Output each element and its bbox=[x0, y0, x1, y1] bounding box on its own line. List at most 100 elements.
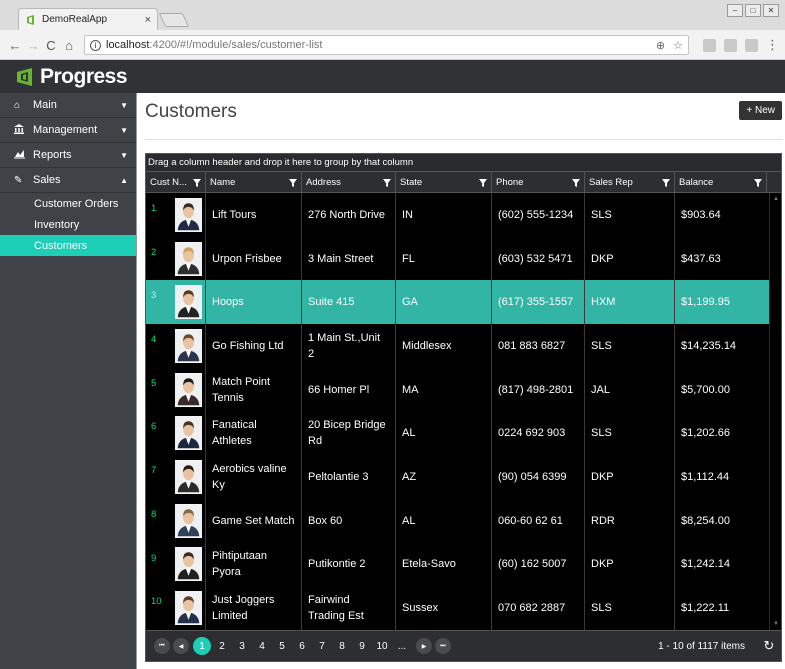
new-customer-button[interactable]: + New bbox=[739, 101, 782, 120]
nav-section-sales[interactable]: ✎ Sales ▲ bbox=[0, 168, 136, 193]
page-number[interactable]: 4 bbox=[253, 637, 271, 655]
column-header[interactable]: State bbox=[396, 172, 492, 193]
page-number[interactable]: 10 bbox=[373, 637, 391, 655]
filter-icon[interactable] bbox=[383, 178, 391, 187]
scroll-up-icon[interactable]: ▲ bbox=[773, 196, 779, 202]
grid-body: 1 Lift Tours 276 North Drive IN (602) 555-12… bbox=[146, 193, 781, 630]
photo-cell bbox=[172, 367, 206, 412]
customer-name: Pihtiputaan Pyora bbox=[206, 542, 302, 587]
nav-section-reports[interactable]: Reports ▼ bbox=[0, 143, 136, 168]
customer-name: Game Set Match bbox=[206, 498, 302, 543]
group-drop-zone[interactable]: Drag a column header and drop it here to… bbox=[146, 154, 781, 172]
customer-state: AL bbox=[396, 411, 492, 456]
filter-icon[interactable] bbox=[193, 178, 201, 187]
caret-down-icon: ▼ bbox=[120, 150, 128, 160]
table-row[interactable]: 8 Game Set Match Box 60 AL 060-60 62 61 RDR $8… bbox=[146, 498, 781, 543]
new-tab-button[interactable] bbox=[158, 13, 190, 27]
back-button[interactable]: ← bbox=[6, 38, 24, 53]
sidebar-item-inventory[interactable]: Inventory bbox=[0, 214, 136, 235]
customer-balance: $1,199.95 bbox=[681, 296, 730, 309]
maximize-button[interactable]: □ bbox=[745, 4, 761, 17]
scroll-down-icon[interactable]: ▼ bbox=[773, 621, 779, 627]
nav-section-management[interactable]: Management ▼ bbox=[0, 118, 136, 143]
table-row[interactable]: 4 Go Fishing Ltd 1 Main St.,Unit 2 Middlese… bbox=[146, 324, 781, 368]
column-header[interactable]: Phone bbox=[492, 172, 585, 193]
last-page-button[interactable]: ⏭ bbox=[435, 638, 451, 654]
table-row[interactable]: 6 Fanatical Athletes 20 Bicep Bridge Rd AL 0… bbox=[146, 411, 781, 456]
table-row[interactable]: 2 Urpon Frisbee 3 Main Street FL (603) 532 5… bbox=[146, 236, 781, 281]
column-header[interactable]: Balance bbox=[675, 172, 767, 193]
caret-down-icon: ▼ bbox=[120, 100, 128, 110]
sales-rep: SLS bbox=[585, 324, 675, 368]
customer-number: 6 bbox=[151, 421, 157, 433]
customer-number: 5 bbox=[151, 377, 157, 389]
page-number[interactable]: 6 bbox=[293, 637, 311, 655]
column-header[interactable]: Address bbox=[302, 172, 396, 193]
customer-balance: $8,254.00 bbox=[681, 514, 730, 527]
bank-icon bbox=[14, 123, 28, 137]
filter-icon[interactable] bbox=[662, 178, 670, 187]
page-number[interactable]: 3 bbox=[233, 637, 251, 655]
page-more[interactable]: ... bbox=[393, 637, 411, 655]
table-row[interactable]: 1 Lift Tours 276 North Drive IN (602) 555-12… bbox=[146, 193, 781, 237]
browser-tab[interactable]: DemoRealApp × bbox=[18, 8, 158, 30]
extension-icon[interactable] bbox=[703, 38, 716, 52]
first-page-button[interactable]: ⏮ bbox=[154, 638, 170, 654]
column-header[interactable]: Sales Rep bbox=[585, 172, 675, 193]
table-row[interactable]: 9 Pihtiputaan Pyora Putikontie 2 Etela-Savo… bbox=[146, 542, 781, 587]
sidebar-item-customers[interactable]: Customers bbox=[0, 235, 136, 256]
nav-section-main[interactable]: ⌂ Main ▼ bbox=[0, 93, 136, 118]
filter-icon[interactable] bbox=[754, 178, 762, 187]
customer-number: 8 bbox=[151, 508, 157, 520]
table-row[interactable]: 10 Just Joggers Limited Fairwind Trading E… bbox=[146, 586, 781, 630]
sidebar-item-customer-orders[interactable]: Customer Orders bbox=[0, 193, 136, 214]
zoom-icon[interactable]: ⊕ bbox=[656, 39, 665, 52]
next-page-button[interactable]: ▶ bbox=[416, 638, 432, 654]
extension-icon[interactable] bbox=[724, 38, 737, 52]
address-row: ← → C ⌂ i localhost :4200/#!/module/sale… bbox=[0, 30, 785, 60]
photo-cell bbox=[172, 193, 206, 237]
column-header[interactable]: Cust N... bbox=[146, 172, 206, 193]
close-window-button[interactable]: ✕ bbox=[763, 4, 779, 17]
customer-balance: $1,202.66 bbox=[681, 427, 730, 440]
info-icon[interactable]: i bbox=[90, 39, 101, 51]
filter-icon[interactable] bbox=[479, 178, 487, 187]
prev-page-button[interactable]: ◀ bbox=[173, 638, 189, 654]
page-number[interactable]: 5 bbox=[273, 637, 291, 655]
refresh-icon[interactable]: ↻ bbox=[757, 638, 781, 654]
page-number[interactable]: 2 bbox=[213, 637, 231, 655]
column-header[interactable]: Name bbox=[206, 172, 302, 193]
minimize-button[interactable]: – bbox=[727, 4, 743, 17]
filter-icon[interactable] bbox=[572, 178, 580, 187]
customer-address: 1 Main St.,Unit 2 bbox=[302, 324, 396, 368]
sales-rep: RDR bbox=[585, 498, 675, 543]
bookmark-star-icon[interactable]: ☆ bbox=[673, 39, 683, 52]
avatar bbox=[175, 372, 202, 407]
home-button[interactable]: ⌂ bbox=[60, 38, 78, 53]
forward-button[interactable]: → bbox=[24, 38, 42, 53]
customer-address: 66 Homer Pl bbox=[302, 367, 396, 412]
sales-rep: DKP bbox=[585, 542, 675, 587]
scrollbar[interactable]: ▲ ▼ bbox=[769, 193, 781, 630]
table-row[interactable]: 7 Aerobics valine Ky Peltolantie 3 AZ (90) 0… bbox=[146, 455, 781, 499]
table-row[interactable]: 5 Match Point Tennis 66 Homer Pl MA (817) 49… bbox=[146, 367, 781, 412]
customer-phone: 0224 692 903 bbox=[492, 411, 585, 456]
reload-button[interactable]: C bbox=[42, 38, 60, 53]
url-host: localhost bbox=[106, 39, 150, 51]
brand-name: Progress bbox=[40, 64, 128, 88]
address-bar[interactable]: i localhost :4200/#!/module/sales/custom… bbox=[84, 35, 689, 55]
filter-icon[interactable] bbox=[289, 178, 297, 187]
browser-menu-icon[interactable]: ⋮ bbox=[766, 37, 779, 53]
customers-grid: Drag a column header and drop it here to… bbox=[145, 153, 782, 662]
extension-icon[interactable] bbox=[745, 38, 758, 52]
page-number[interactable]: 8 bbox=[333, 637, 351, 655]
window-controls: – □ ✕ bbox=[727, 4, 779, 17]
page-number[interactable]: 1 bbox=[193, 637, 211, 655]
page-number[interactable]: 7 bbox=[313, 637, 331, 655]
customer-name: Go Fishing Ltd bbox=[206, 324, 302, 368]
avatar bbox=[175, 197, 202, 232]
tab-close-icon[interactable]: × bbox=[145, 14, 151, 26]
table-row[interactable]: 3 Hoops Suite 415 GA (617) 355-1557 HXM $1,199… bbox=[146, 280, 781, 325]
page-number[interactable]: 9 bbox=[353, 637, 371, 655]
avatar bbox=[175, 547, 202, 582]
